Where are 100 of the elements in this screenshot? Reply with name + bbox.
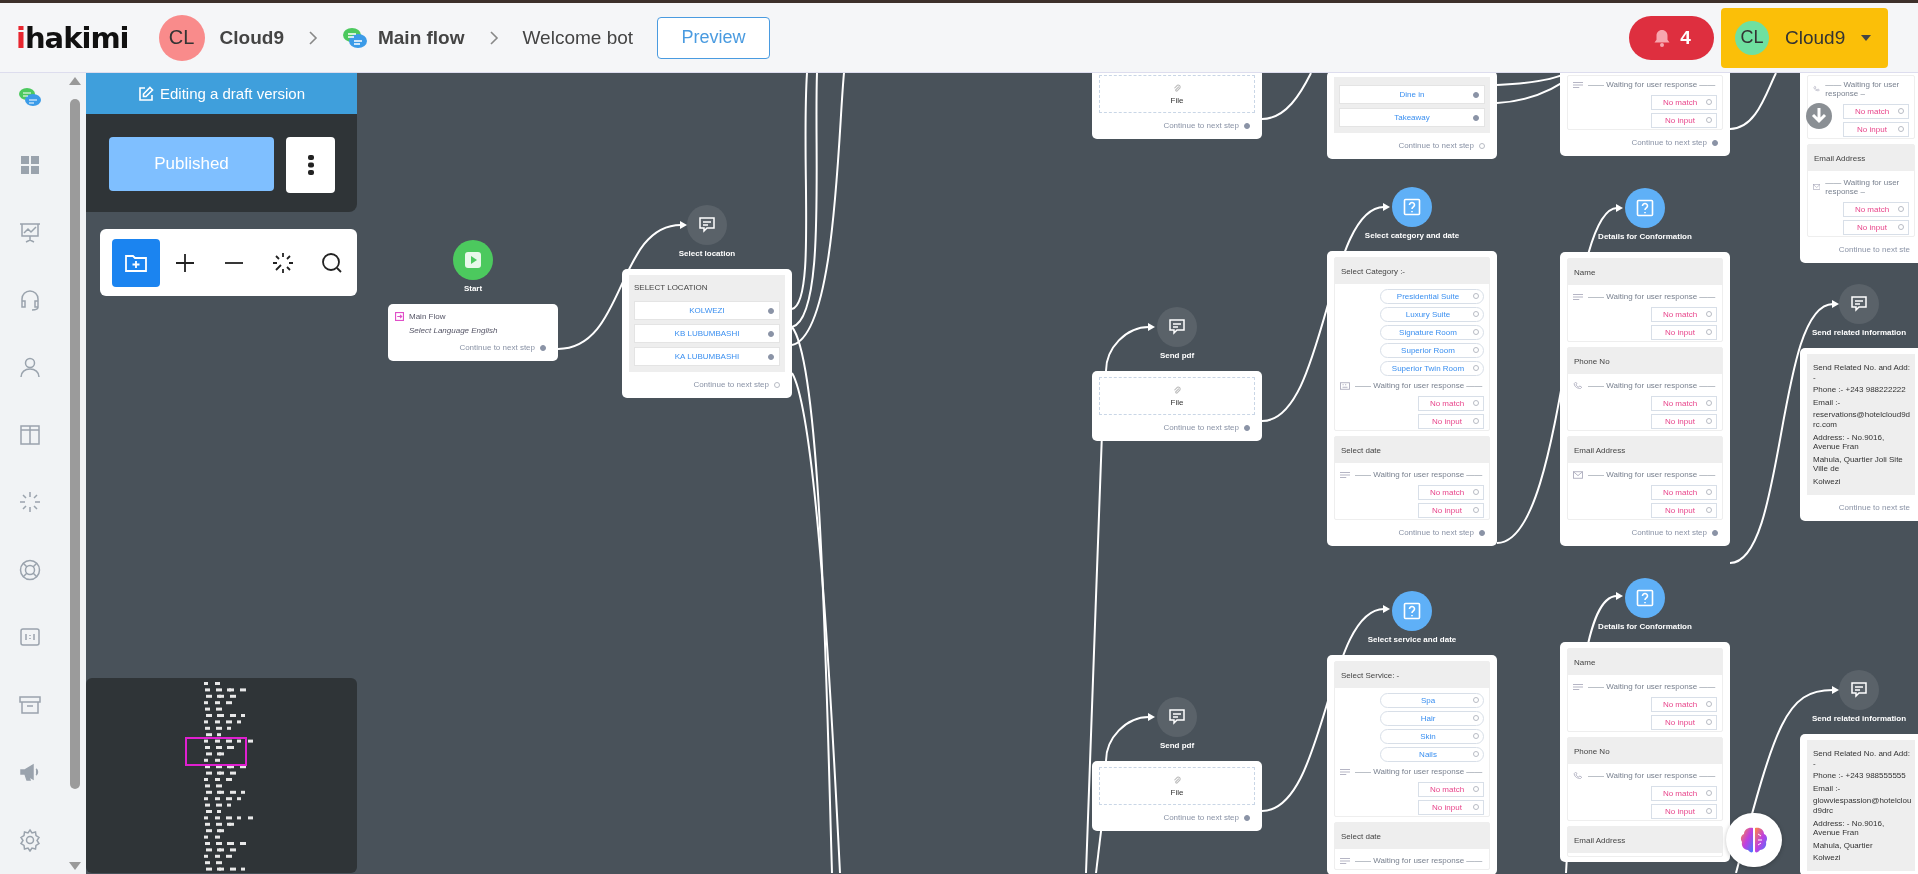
connector-dot[interactable] [768,330,774,337]
fallback-button[interactable]: No input [1418,413,1484,429]
node-card[interactable] [1327,251,1497,546]
connector-dot[interactable] [1473,786,1479,792]
question-icon[interactable] [1392,591,1432,631]
lifebuoy-icon[interactable] [18,557,42,582]
fallback-button[interactable]: No match [1651,94,1717,110]
connector-dot[interactable] [1898,224,1904,230]
connector-dot[interactable] [1706,99,1712,105]
connector-dot[interactable] [1706,489,1712,495]
presentation-icon[interactable] [18,220,42,244]
more-button[interactable] [286,137,335,193]
connector-dot[interactable] [1706,507,1712,513]
fallback-button[interactable]: No match [1418,781,1484,797]
connector-dot[interactable] [1473,489,1479,495]
connector-dot[interactable] [1706,790,1712,796]
fallback-button[interactable]: No input [1651,502,1717,518]
fallback-button[interactable]: No match [1418,395,1484,411]
question-icon[interactable] [1625,188,1665,228]
connector-dot[interactable] [1473,400,1479,406]
fallback-button[interactable]: No input [1843,219,1909,235]
fallback-button[interactable]: No input [1651,112,1717,128]
connector-dot[interactable] [1244,814,1250,821]
connector-dot[interactable] [1706,808,1712,814]
connector-dot[interactable] [1706,400,1712,406]
flow-name[interactable]: Main flow [377,26,465,49]
option-button[interactable]: KOLWEZI [634,301,780,320]
connector-dot[interactable] [1473,715,1479,721]
fallback-button[interactable]: No input [1843,121,1909,137]
connector-dot[interactable] [1898,108,1904,114]
option-button[interactable]: KA LUBUMBASHI [634,347,780,366]
node-card[interactable]: Send Related No. and Add: - Phone :- +243 988222222 Email :- reservations@hotelcloud9drc.com Address: - No.9016, Avenue Fran Mahula, Quartier Joli Site Ville de Kolwezi Continue to next ste [1800,348,1918,521]
account-button[interactable]: CL Cloud9 [1721,7,1888,68]
node-card[interactable]: Dine in Takeaway Continue to next step [1327,73,1497,159]
fallback-button[interactable]: No match [1843,103,1909,119]
node-card[interactable]: Main Flow Select Language English Continue to next step [388,304,558,361]
option-button[interactable]: KB LUBUMBASHI [634,324,780,343]
node-card[interactable]: File Continue to next step [1092,73,1262,139]
chat-icon[interactable] [1157,307,1197,347]
download-icon[interactable] [1806,103,1832,129]
connector-dot[interactable] [540,344,546,351]
question-icon[interactable] [1392,187,1432,227]
connector-dot[interactable] [1898,126,1904,132]
settings-icon[interactable] [18,827,42,852]
connector-dot[interactable] [1473,507,1479,513]
connector-dot[interactable] [768,307,774,314]
preview-button[interactable]: Preview [657,16,771,59]
fallback-button[interactable]: No match [1651,484,1717,500]
connector-dot[interactable] [1706,418,1712,424]
chat-icon[interactable] [18,85,42,109]
connector-dot[interactable] [1244,424,1250,431]
connector-dot[interactable] [1473,91,1479,98]
connector-dot[interactable] [1473,347,1479,353]
fallback-button[interactable]: No match [1843,201,1909,217]
chat-icon[interactable] [1157,697,1197,737]
question-icon[interactable] [1625,578,1665,618]
fallback-button[interactable]: No match [1651,696,1717,712]
user-icon[interactable] [18,355,42,379]
connector-dot[interactable] [1244,122,1250,129]
fallback-button[interactable]: No match [1651,395,1717,411]
connector-dot[interactable] [1706,701,1712,707]
connector-dot[interactable] [1473,311,1479,317]
node-card[interactable]: SELECT LOCATION KOLWEZI KB LUBUMBASHI KA LUBUMBASHI Continue to next step [622,269,792,398]
node-card[interactable]: Name —— Waiting for user response —— No match No input Phone No —— Waiting for user response —— No match No input Email Address —— Waiting for user response —— No match No input Continue to next step [1560,252,1730,546]
connector-dot[interactable] [768,353,774,360]
connector-dot[interactable] [1473,697,1479,703]
fallback-button[interactable]: No match [1651,306,1717,322]
chat-icon[interactable] [687,205,727,245]
columns-icon[interactable] [18,422,42,447]
fallback-button[interactable]: No input [1651,324,1717,340]
connector-dot[interactable] [774,381,780,388]
connector-dot[interactable] [1473,329,1479,335]
play-icon[interactable] [453,240,493,280]
connector-dot[interactable] [1712,529,1718,536]
connector-dot[interactable] [1706,117,1712,123]
node-card[interactable]: File Continue to next step [1092,761,1262,831]
assistant-button[interactable] [1726,813,1782,867]
connector-dot[interactable] [1473,751,1479,757]
fallback-button[interactable]: No input [1418,799,1484,815]
notifications-button[interactable]: 4 [1629,15,1714,60]
node-card[interactable]: —— Waiting for user response —— No match No input Continue to next step [1560,73,1730,156]
connector-dot[interactable] [1473,418,1479,424]
counter-icon[interactable] [18,625,42,649]
connector-dot[interactable] [1706,329,1712,335]
fallback-button[interactable]: No input [1651,803,1717,819]
fallback-button[interactable]: No match [1418,484,1484,500]
fallback-button[interactable]: No input [1651,413,1717,429]
connector-dot[interactable] [1473,114,1479,121]
node-card[interactable]: Send Related No. and Add: - Phone :- +243 988555555 Email :- glowviespassion@hotelcloud9drc Address: - No.9016, Avenue Fran Mahula, Quartier Kolwezi [1800,734,1918,874]
option-button[interactable]: Takeaway [1339,108,1485,127]
connector-dot[interactable] [1473,733,1479,739]
fallback-button[interactable]: No input [1418,502,1484,518]
chat-icon[interactable] [1839,670,1879,710]
sparkle-icon[interactable] [18,490,42,514]
connector-dot[interactable] [1473,365,1479,371]
connector-dot[interactable] [1473,804,1479,810]
node-card[interactable]: Name —— Waiting for user response —— No match No input Phone No —— Waiting for user response —— No match No input Email Address [1560,642,1730,862]
connector-dot[interactable] [1898,206,1904,212]
node-card[interactable]: —— Waiting for user response – No match No input Email Address —— Waiting for user response – No match No input Continue to next ste [1800,73,1918,263]
workspace-name[interactable]: Cloud9 [219,26,284,49]
